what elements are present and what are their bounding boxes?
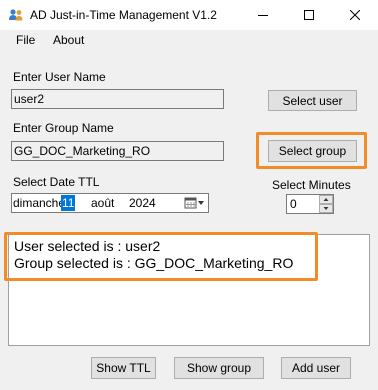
show-group-button[interactable]: Show group: [174, 357, 264, 379]
minimize-button[interactable]: [240, 0, 286, 30]
menu-about[interactable]: About: [53, 33, 84, 47]
chevron-down-icon: [323, 207, 329, 210]
select-group-button[interactable]: Select group: [268, 140, 357, 162]
minutes-spinner[interactable]: 0: [286, 194, 334, 214]
calendar-dropdown-icon[interactable]: [184, 196, 206, 213]
spin-down-button[interactable]: [319, 204, 333, 213]
date-ttl-label: Select Date TTL: [13, 175, 100, 189]
group-name-field[interactable]: GG_DOC_Marketing_RO: [11, 141, 224, 161]
close-icon: [350, 10, 360, 20]
date-picker[interactable]: dimanche 11 août 2024: [11, 193, 209, 213]
minutes-value[interactable]: 0: [290, 197, 297, 211]
group-name-label: Enter Group Name: [13, 121, 114, 135]
minutes-label: Select Minutes: [272, 178, 351, 192]
maximize-button[interactable]: [286, 0, 332, 30]
date-day[interactable]: 11: [61, 195, 76, 211]
select-user-button[interactable]: Select user: [268, 90, 357, 111]
user-name-label: Enter User Name: [13, 70, 106, 84]
spin-up-button[interactable]: [319, 195, 333, 204]
window-title: AD Just-in-Time Management V1.2: [30, 8, 217, 22]
maximize-icon: [304, 10, 314, 20]
date-month[interactable]: août: [91, 196, 114, 210]
user-name-field[interactable]: user2: [11, 89, 224, 109]
show-ttl-button[interactable]: Show TTL: [91, 357, 156, 379]
minimize-icon: [258, 15, 268, 16]
add-user-button[interactable]: Add user: [281, 357, 351, 379]
users-icon: [8, 7, 24, 23]
date-day-name[interactable]: dimanche: [13, 196, 65, 210]
chevron-up-icon: [323, 198, 329, 201]
menu-bar: File About: [0, 30, 378, 52]
output-line-user: User selected is : user2: [14, 238, 161, 254]
output-line-group: Group selected is : GG_DOC_Marketing_RO: [14, 255, 294, 271]
date-year[interactable]: 2024: [129, 196, 156, 210]
close-button[interactable]: [332, 0, 378, 30]
title-bar[interactable]: AD Just-in-Time Management V1.2: [0, 0, 378, 30]
menu-file[interactable]: File: [16, 33, 35, 47]
